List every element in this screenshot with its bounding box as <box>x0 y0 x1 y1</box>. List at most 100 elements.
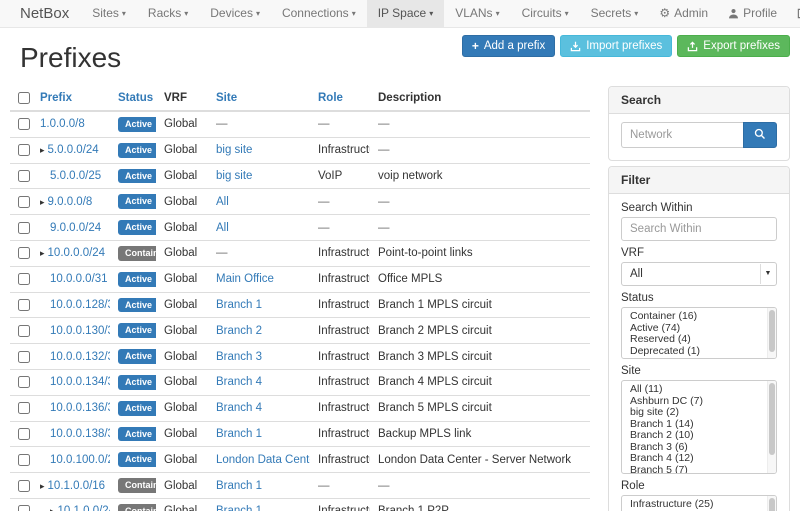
site-link[interactable]: London Data Center <box>216 454 310 466</box>
site-link[interactable]: All <box>216 222 229 234</box>
prefix-link[interactable]: 9.0.0.0/24 <box>50 222 101 234</box>
expand-caret-icon[interactable]: ▸ <box>40 197 45 207</box>
filter-option[interactable]: Branch 1 (14) <box>630 419 762 431</box>
nav-item-racks[interactable]: Racks▾ <box>137 0 199 27</box>
row-checkbox[interactable] <box>18 505 30 511</box>
row-checkbox[interactable] <box>18 170 30 182</box>
filter-option[interactable]: Infrastructure (25) <box>630 499 762 511</box>
nav-item-connections[interactable]: Connections▾ <box>271 0 367 27</box>
column-header-prefix[interactable]: Prefix <box>32 86 110 111</box>
prefix-link[interactable]: 5.0.0.0/25 <box>50 170 101 182</box>
filter-option[interactable]: Active (74) <box>630 323 762 335</box>
row-checkbox[interactable] <box>18 325 30 337</box>
column-header-status[interactable]: Status <box>110 86 156 111</box>
column-header-site[interactable]: Site <box>208 86 310 111</box>
prefix-link[interactable]: 10.0.0.138/31 <box>50 428 110 440</box>
scrollbar-thumb[interactable] <box>769 383 775 455</box>
prefix-link[interactable]: 10.1.0.0/16 <box>48 480 106 492</box>
empty-value: — <box>378 222 390 234</box>
prefix-link[interactable]: 10.0.0.130/31 <box>50 325 110 337</box>
site-link[interactable]: Branch 3 <box>216 351 262 363</box>
filter-option[interactable]: Branch 5 (7) <box>630 465 762 475</box>
prefix-link[interactable]: 10.0.0.134/31 <box>50 376 110 388</box>
site-link[interactable]: All <box>216 196 229 208</box>
prefix-link[interactable]: 10.1.0.0/24 <box>58 505 110 511</box>
filter-option[interactable]: Branch 3 (6) <box>630 442 762 454</box>
row-checkbox[interactable] <box>18 273 30 285</box>
row-checkbox[interactable] <box>18 454 30 466</box>
nav-item-secrets[interactable]: Secrets▾ <box>580 0 650 27</box>
row-checkbox[interactable] <box>18 247 30 259</box>
filter-option[interactable]: big site (2) <box>630 407 762 419</box>
site-link[interactable]: big site <box>216 144 252 156</box>
nav-item-ip-space[interactable]: IP Space▾ <box>367 0 445 27</box>
site-link[interactable]: big site <box>216 170 252 182</box>
app-brand[interactable]: NetBox <box>8 0 81 27</box>
nav-item-devices[interactable]: Devices▾ <box>199 0 271 27</box>
role-multiselect[interactable]: Infrastructure (25)Management (8)Private… <box>621 495 777 511</box>
row-checkbox[interactable] <box>18 376 30 388</box>
scrollbar-track[interactable] <box>767 496 776 511</box>
filter-option[interactable]: Container (16) <box>630 311 762 323</box>
prefix-link[interactable]: 10.0.0.128/31 <box>50 299 110 311</box>
admin-nav-item[interactable]: ⚙Admin <box>649 0 718 27</box>
nav-item-circuits[interactable]: Circuits▾ <box>511 0 580 27</box>
prefix-link[interactable]: 1.0.0.0/8 <box>40 118 85 130</box>
site-link[interactable]: Branch 4 <box>216 376 262 388</box>
export-prefixes-button[interactable]: Export prefixes <box>677 35 790 57</box>
site-link[interactable]: Branch 4 <box>216 402 262 414</box>
scrollbar-thumb[interactable] <box>769 310 775 352</box>
scrollbar-thumb[interactable] <box>769 498 775 511</box>
select-all-checkbox[interactable] <box>18 92 30 104</box>
row-checkbox[interactable] <box>18 196 30 208</box>
site-link[interactable]: Branch 1 <box>216 428 262 440</box>
status-multiselect[interactable]: Container (16)Active (74)Reserved (4)Dep… <box>621 307 777 359</box>
prefix-link[interactable]: 10.0.0.136/31 <box>50 402 110 414</box>
expand-caret-icon[interactable]: ▸ <box>40 145 45 155</box>
row-checkbox[interactable] <box>18 118 30 130</box>
filter-option[interactable]: Reserved (4) <box>630 334 762 346</box>
site-link[interactable]: Branch 2 <box>216 325 262 337</box>
add-prefix-button[interactable]: + Add a prefix <box>462 35 555 57</box>
status-badge: Active <box>118 452 156 467</box>
prefix-link[interactable]: 10.0.0.0/31 <box>50 273 108 285</box>
row-checkbox[interactable] <box>18 222 30 234</box>
prefix-link[interactable]: 10.0.100.0/24 <box>50 454 110 466</box>
site-link[interactable]: Branch 1 <box>216 480 262 492</box>
site-link[interactable]: Branch 1 <box>216 505 262 511</box>
row-checkbox[interactable] <box>18 402 30 414</box>
prefix-link[interactable]: 9.0.0.0/8 <box>48 196 93 208</box>
prefix-link[interactable]: 10.0.0.132/31 <box>50 351 110 363</box>
prefix-link[interactable]: 5.0.0.0/24 <box>48 144 99 156</box>
vrf-select[interactable]: All ▼ <box>621 262 777 286</box>
row-checkbox[interactable] <box>18 428 30 440</box>
filter-option[interactable]: All (11) <box>630 384 762 396</box>
nav-item-sites[interactable]: Sites▾ <box>81 0 137 27</box>
nav-item-vlans[interactable]: VLANs▾ <box>444 0 510 27</box>
filter-option[interactable]: Branch 4 (12) <box>630 453 762 465</box>
site-link[interactable]: Branch 1 <box>216 299 262 311</box>
expand-caret-icon[interactable]: ▸ <box>50 506 55 511</box>
role-value: Infrastructure <box>318 273 370 285</box>
expand-caret-icon[interactable]: ▸ <box>40 481 45 491</box>
row-checkbox[interactable] <box>18 144 30 156</box>
scrollbar-track[interactable] <box>767 381 776 473</box>
expand-caret-icon[interactable]: ▸ <box>40 248 45 258</box>
row-checkbox[interactable] <box>18 299 30 311</box>
filter-option[interactable]: Ashburn DC (7) <box>630 396 762 408</box>
log-out-nav-item[interactable]: Log out <box>787 0 800 27</box>
prefix-link[interactable]: 10.0.0.0/24 <box>48 247 106 259</box>
site-multiselect[interactable]: All (11)Ashburn DC (7)big site (2)Branch… <box>621 380 777 474</box>
filter-option[interactable]: Branch 2 (10) <box>630 430 762 442</box>
search-input[interactable] <box>621 122 743 148</box>
scrollbar-track[interactable] <box>767 308 776 358</box>
profile-nav-item[interactable]: Profile <box>718 0 787 27</box>
column-header-role[interactable]: Role <box>310 86 370 111</box>
import-prefixes-button[interactable]: Import prefixes <box>560 35 672 57</box>
row-checkbox[interactable] <box>18 351 30 363</box>
site-link[interactable]: Main Office <box>216 273 274 285</box>
search-within-input[interactable] <box>621 217 777 241</box>
search-button[interactable] <box>743 122 777 148</box>
filter-option[interactable]: Deprecated (1) <box>630 346 762 358</box>
row-checkbox[interactable] <box>18 480 30 492</box>
